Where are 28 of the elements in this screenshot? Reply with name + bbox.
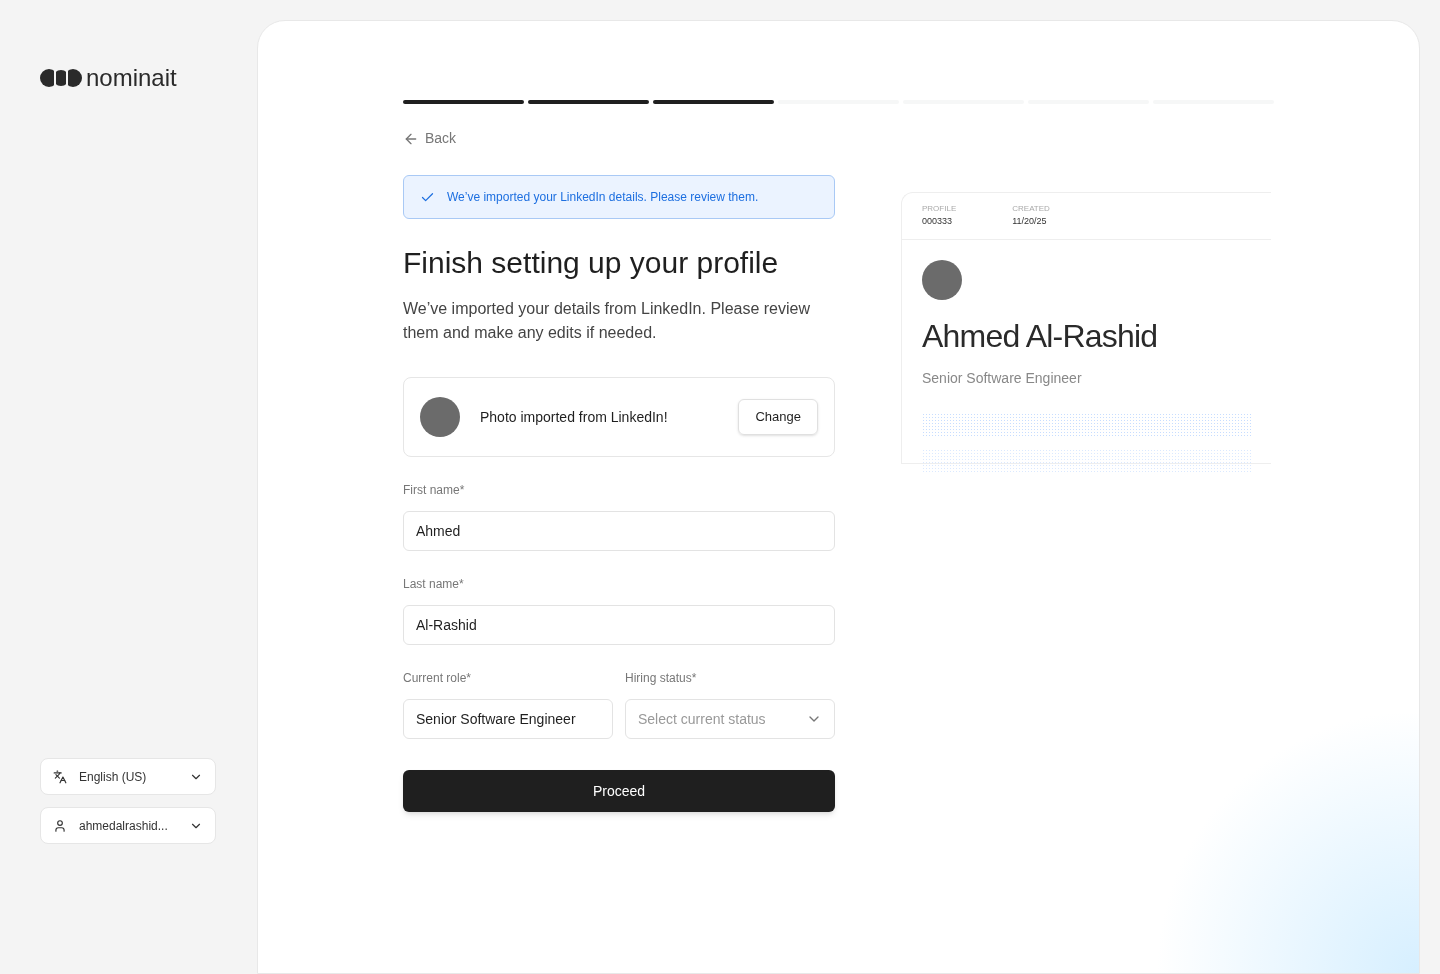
avatar-placeholder xyxy=(420,397,460,437)
meta-value: 11/20/25 xyxy=(1012,215,1048,228)
meta-label: CREATED xyxy=(1012,203,1050,215)
preview-role: Senior Software Engineer xyxy=(922,368,1083,388)
role-input[interactable]: Senior Software Engineer xyxy=(403,699,613,739)
proceed-button[interactable]: Proceed xyxy=(403,770,835,812)
page-heading: Finish setting up your profile xyxy=(403,245,780,281)
user-icon xyxy=(53,818,67,833)
account-selector[interactable]: ahmedalrashid... xyxy=(40,807,216,844)
text-input[interactable]: Ahmed xyxy=(403,511,835,551)
field-label: First name* xyxy=(403,482,466,499)
field-label: Current role* xyxy=(403,670,473,687)
language-selector[interactable]: English (US) xyxy=(40,758,216,795)
change-button[interactable]: Change xyxy=(738,399,818,435)
preview-name: Ahmed Al-Rashid xyxy=(922,316,1159,356)
photo-label: Photo imported from LinkedIn! xyxy=(480,407,669,427)
intro-text: We’ve imported your details from LinkedIn. Please review them and make any edits if needed. xyxy=(403,299,811,343)
field-label: Last name* xyxy=(403,576,465,593)
field-label: Hiring status* xyxy=(625,670,698,687)
text-input[interactable]: Al-Rashid xyxy=(403,605,835,645)
meta-value: 000333 xyxy=(922,215,954,228)
meta-label: PROFILE xyxy=(922,203,957,215)
logo-icon xyxy=(40,69,82,87)
import-notice: We’ve imported your LinkedIn details. Please review them. xyxy=(403,175,835,219)
avatar-placeholder xyxy=(922,259,962,300)
language-icon xyxy=(53,769,67,784)
back-link[interactable]: Back xyxy=(403,128,457,149)
brand-name: nominait xyxy=(86,63,177,93)
